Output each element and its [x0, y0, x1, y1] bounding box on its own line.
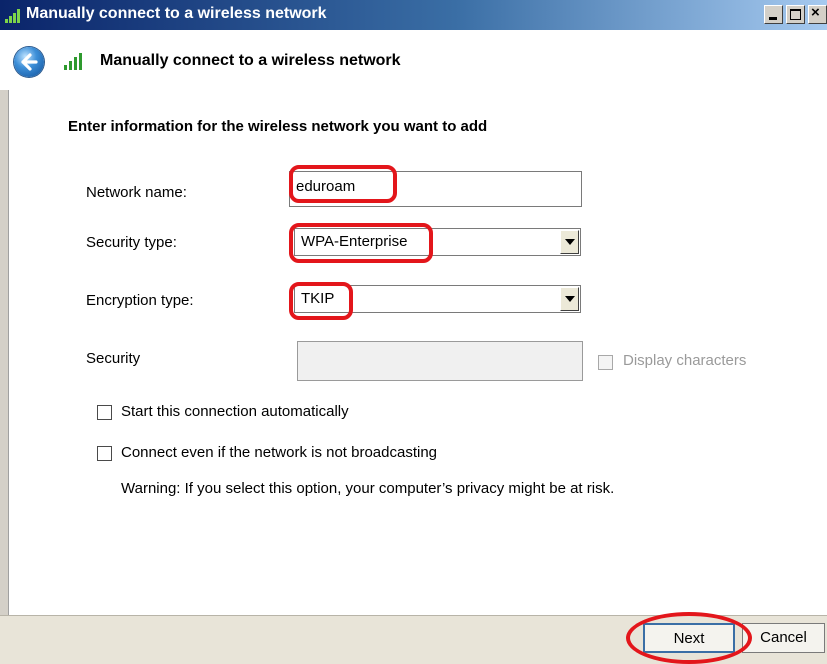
network-name-label: Network name:	[86, 184, 187, 201]
auto-start-checkbox[interactable]	[97, 405, 112, 420]
dialog-window: Manually connect to a wireless network ×…	[0, 0, 827, 664]
chevron-down-icon[interactable]	[560, 287, 579, 311]
security-type-label: Security type:	[86, 234, 177, 251]
window-title: Manually connect to a wireless network	[26, 5, 327, 22]
instructions-heading: Enter information for the wireless netwo…	[68, 118, 488, 135]
encryption-type-dropdown[interactable]: TKIP	[294, 285, 581, 313]
display-characters-checkbox[interactable]	[598, 355, 613, 370]
security-key-label: Security	[86, 350, 141, 367]
close-icon: ×	[811, 4, 820, 21]
chevron-down-icon[interactable]	[560, 230, 579, 254]
connect-hidden-checkbox[interactable]	[97, 446, 112, 461]
minimize-icon	[769, 17, 777, 20]
encryption-type-value: TKIP	[301, 290, 335, 307]
connect-hidden-label: Connect even if the network is not broad…	[121, 444, 438, 461]
page-title: Manually connect to a wireless network	[100, 52, 401, 69]
title-bar[interactable]: Manually connect to a wireless network ×	[0, 0, 827, 30]
wireless-signal-icon	[64, 52, 88, 70]
minimize-button[interactable]	[764, 5, 783, 24]
wireless-signal-icon	[5, 8, 23, 23]
privacy-warning: Warning: If you select this option, your…	[121, 480, 615, 497]
encryption-type-label: Encryption type:	[86, 292, 194, 309]
wizard-header: Manually connect to a wireless network	[0, 30, 827, 90]
display-characters-label: Display characters	[623, 352, 747, 369]
close-button[interactable]: ×	[808, 4, 827, 24]
security-type-value: WPA-Enterprise	[301, 233, 408, 250]
network-name-input[interactable]: eduroam	[289, 171, 582, 207]
security-type-dropdown[interactable]: WPA-Enterprise	[294, 228, 581, 256]
maximize-icon	[790, 9, 801, 20]
back-button[interactable]	[14, 47, 44, 77]
maximize-button[interactable]	[786, 5, 805, 24]
auto-start-label: Start this connection automatically	[121, 403, 349, 420]
security-key-input[interactable]	[297, 341, 583, 381]
next-button[interactable]: Next	[643, 623, 735, 653]
back-arrow-icon	[21, 53, 38, 71]
cancel-button[interactable]: Cancel	[742, 623, 825, 653]
